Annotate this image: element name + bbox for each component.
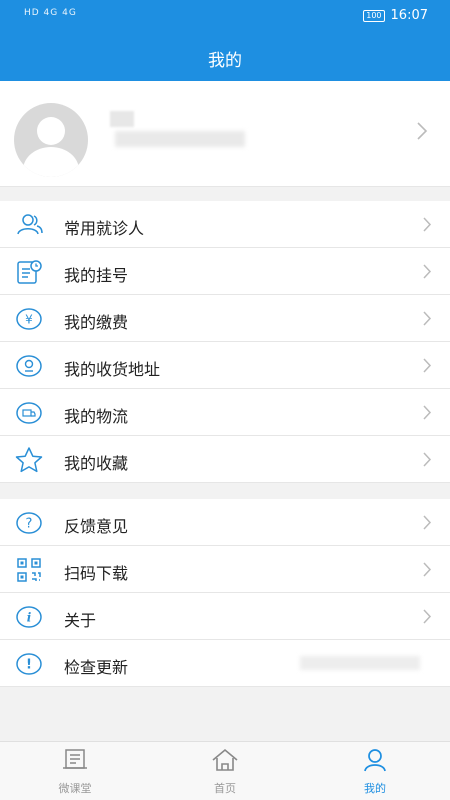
register-icon xyxy=(14,258,44,286)
chevron-right-icon xyxy=(422,514,432,535)
menu-item-address[interactable]: 我的收货地址 xyxy=(0,342,450,389)
menu-group-1: 常用就诊人 我的挂号 ¥ 我的缴费 我的收货地址 我的物流 我的收藏 xyxy=(0,201,450,483)
qr-icon xyxy=(14,556,44,584)
menu-item-payment[interactable]: ¥ 我的缴费 xyxy=(0,295,450,342)
menu-label: 我的缴费 xyxy=(64,313,129,332)
question-icon: ? xyxy=(14,509,44,537)
star-icon xyxy=(14,446,44,474)
svg-text:i: i xyxy=(27,611,32,625)
home-icon xyxy=(210,748,240,776)
battery-icon: 100 xyxy=(363,9,385,22)
menu-item-favorites[interactable]: 我的收藏 xyxy=(0,436,450,483)
menu-item-registration[interactable]: 我的挂号 xyxy=(0,248,450,295)
yen-icon: ¥ xyxy=(14,305,44,333)
profile-card[interactable] xyxy=(0,81,450,187)
chevron-right-icon xyxy=(416,121,428,145)
menu-item-check-update[interactable]: ! 检查更新 xyxy=(0,640,450,687)
menu-label: 我的物流 xyxy=(64,407,129,426)
chevron-right-icon xyxy=(422,310,432,331)
location-icon xyxy=(14,352,44,380)
menu-label: 常用就诊人 xyxy=(64,219,145,238)
menu-label: 扫码下载 xyxy=(64,564,129,583)
people-icon xyxy=(14,211,44,239)
tab-micro-class[interactable]: 微课堂 xyxy=(0,742,150,800)
chevron-right-icon xyxy=(422,404,432,425)
tab-mine[interactable]: 我的 xyxy=(300,742,450,800)
menu-label: 关于 xyxy=(64,611,97,630)
menu-label: 检查更新 xyxy=(64,658,129,677)
tab-label: 我的 xyxy=(364,782,386,795)
page-title: 我的 xyxy=(208,51,242,71)
status-signal: HD 4G 4G xyxy=(24,8,77,18)
chevron-right-icon xyxy=(422,451,432,472)
menu-item-scan-download[interactable]: 扫码下载 xyxy=(0,546,450,593)
chevron-right-icon xyxy=(422,263,432,284)
chevron-right-icon xyxy=(422,216,432,237)
blurred-username xyxy=(110,111,134,127)
news-icon xyxy=(61,748,89,776)
user-icon xyxy=(362,748,388,776)
avatar[interactable] xyxy=(14,103,88,177)
status-time: 16:07 xyxy=(390,8,428,23)
info-icon: i xyxy=(14,603,44,631)
svg-text:!: ! xyxy=(26,658,32,673)
menu-label: 我的收藏 xyxy=(64,454,129,473)
status-bar: HD 4G 4G 100 16:07 xyxy=(0,0,450,36)
menu-label: 我的挂号 xyxy=(64,266,129,285)
app-bar: 我的 xyxy=(0,36,450,81)
chevron-right-icon xyxy=(422,608,432,629)
blurred-user-info xyxy=(115,131,245,147)
bottom-tab-bar: 微课堂 首页 我的 xyxy=(0,741,450,800)
menu-label: 反馈意见 xyxy=(64,517,129,536)
svg-text:?: ? xyxy=(26,517,33,532)
menu-group-2: ? 反馈意见 扫码下载 i 关于 ! 检查更新 xyxy=(0,499,450,687)
menu-item-about[interactable]: i 关于 xyxy=(0,593,450,640)
svg-text:¥: ¥ xyxy=(25,313,33,327)
chevron-right-icon xyxy=(422,357,432,378)
chevron-right-icon xyxy=(422,561,432,582)
exclamation-icon: ! xyxy=(14,650,44,678)
blurred-version xyxy=(300,656,420,670)
truck-icon xyxy=(14,399,44,427)
tab-label: 微课堂 xyxy=(58,782,92,795)
menu-item-patients[interactable]: 常用就诊人 xyxy=(0,201,450,248)
menu-item-logistics[interactable]: 我的物流 xyxy=(0,389,450,436)
menu-item-feedback[interactable]: ? 反馈意见 xyxy=(0,499,450,546)
tab-label: 首页 xyxy=(214,782,236,795)
tab-home[interactable]: 首页 xyxy=(150,742,300,800)
menu-label: 我的收货地址 xyxy=(64,360,161,379)
